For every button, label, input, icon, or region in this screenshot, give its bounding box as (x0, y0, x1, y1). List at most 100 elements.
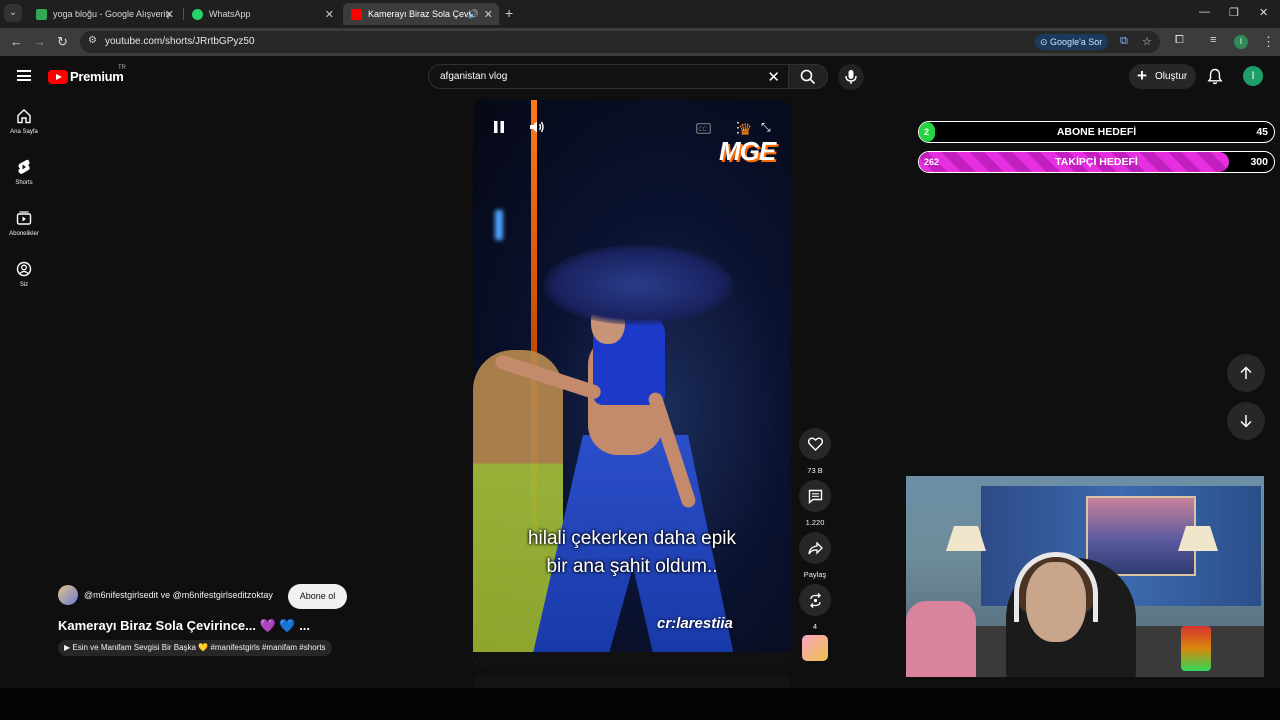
sidebar-item-shorts[interactable]: Shorts (0, 159, 48, 186)
home-icon (17, 109, 31, 124)
previous-short-button[interactable] (1227, 354, 1265, 392)
subscriptions-icon (16, 211, 32, 225)
browser-profile-avatar[interactable]: I (1234, 35, 1248, 49)
search-icon (800, 69, 816, 85)
install-app-icon[interactable]: ⧉ (1120, 35, 1128, 48)
webcam-lamp-left (946, 526, 986, 551)
mge-watermark: MGE (719, 136, 776, 166)
create-label: Oluştur (1155, 71, 1188, 82)
google-shopping-favicon-icon (36, 8, 47, 20)
sidebar-item-label: Siz (19, 282, 29, 288)
region-code: TR (118, 65, 126, 71)
create-button[interactable]: + Oluştur (1129, 64, 1196, 89)
new-tab-button[interactable]: + (505, 5, 513, 21)
subscribe-button[interactable]: Abone ol (288, 584, 347, 609)
comments-button[interactable]: 1.220 (799, 480, 831, 527)
close-tab-icon[interactable]: ✕ (484, 8, 493, 21)
site-info-icon[interactable]: ⚙ (88, 35, 97, 46)
captions-icon: CC (696, 123, 711, 134)
google-lens-icon: ⊙ (1040, 37, 1051, 47)
subtitle-line: bir ana şahit oldum.. (546, 556, 718, 577)
shorts-icon (18, 159, 30, 174)
tab-youtube-short[interactable]: Kamerayı Biraz Sola Çevirince... 🔊 ✕ (343, 3, 499, 25)
bookmark-star-icon[interactable]: ☆ (1142, 35, 1152, 48)
hashtag-chip[interactable]: ▶ Esin ve Manifam Sevgisi Bir Başka 💛 #m… (58, 640, 332, 656)
close-tab-icon[interactable]: ✕ (165, 8, 174, 21)
media-control-icon[interactable]: ≡ (1210, 34, 1216, 46)
sidebar-item-you[interactable]: Siz (0, 261, 48, 288)
like-button[interactable]: 73 B (799, 428, 831, 475)
arrow-down-icon (1240, 415, 1252, 428)
comment-icon (808, 489, 822, 504)
video-credit: cr:larestiia (657, 615, 733, 632)
clear-search-icon[interactable]: ✕ (767, 68, 780, 86)
whatsapp-favicon-icon (192, 8, 203, 20)
share-label: Paylaş (803, 570, 827, 579)
tab-audio-icon[interactable]: 🔊 (468, 9, 479, 20)
tab-label: Kamerayı Biraz Sola Çevirince... (368, 9, 470, 19)
extensions-icon[interactable]: ⧠ (1175, 34, 1184, 47)
search-query: afganistan vlog (440, 71, 508, 82)
browser-menu-icon[interactable]: ⋮ (1262, 34, 1275, 50)
arrow-up-icon (1240, 366, 1252, 379)
url-text: youtube.com/shorts/JRrtbGPyz50 (105, 36, 255, 47)
you-icon (16, 261, 32, 277)
goal-target-value: 300 (1250, 156, 1268, 168)
stage-floor (473, 652, 791, 666)
tab-label: yoga bloğu - Google Alışveriş (53, 9, 171, 19)
close-tab-icon[interactable]: ✕ (325, 8, 334, 21)
webcam-rgb-light (1181, 626, 1211, 671)
channel-names[interactable]: @m6nifestgirlsedit ve @m6nifestgirlsedit… (84, 590, 273, 600)
remix-icon (809, 592, 821, 608)
voice-search-button[interactable] (838, 64, 864, 90)
youtube-masthead: Premium TR afganistan vlog ✕ + Oluştur I (0, 56, 1280, 96)
shorts-video-player[interactable]: ♛ MGE CC ⋮ ⤡ hilali çekerken daha epik b… (473, 100, 791, 666)
remix-count: 4 (812, 622, 818, 631)
search-input[interactable]: afganistan vlog ✕ (428, 64, 790, 89)
tab-whatsapp[interactable]: WhatsApp ✕ (184, 3, 340, 25)
video-title[interactable]: Kamerayı Biraz Sola Çevirince... 💜 💙 ... (58, 618, 310, 634)
search-button[interactable] (788, 64, 828, 89)
browser-tab-bar: ⌄ yoga bloğu - Google Alışveriş ✕ WhatsA… (0, 0, 1280, 28)
share-icon (807, 541, 823, 555)
share-button[interactable]: Paylaş (799, 532, 831, 579)
bottom-shade (0, 688, 1280, 720)
captions-button[interactable]: CC (696, 121, 711, 139)
tab-search-dropdown[interactable]: ⌄ (4, 4, 22, 22)
google-ask-label: Google'a Sor (1050, 37, 1103, 47)
more-options-icon[interactable]: ⋮ (731, 119, 745, 136)
google-ask-button[interactable]: ⊙ Google'a Sor (1035, 34, 1109, 50)
reload-icon[interactable]: ↻ (57, 34, 68, 50)
volume-button[interactable] (529, 120, 545, 139)
sidebar-item-home[interactable]: Ana Sayfa (0, 108, 48, 135)
menu-icon[interactable] (17, 70, 31, 81)
youtube-premium-logo[interactable]: Premium TR (48, 65, 126, 84)
webcam-overlay (906, 476, 1264, 677)
sidebar-item-label: Shorts (15, 180, 33, 186)
fullscreen-icon[interactable]: ⤡ (761, 120, 771, 135)
stage-spark (495, 210, 503, 240)
next-short-button[interactable] (1227, 402, 1265, 440)
webcam-chair (906, 601, 976, 677)
tab-google-shopping[interactable]: yoga bloğu - Google Alışveriş ✕ (28, 3, 180, 25)
back-icon[interactable]: ← (10, 34, 23, 49)
minimize-icon[interactable]: — (1199, 6, 1210, 18)
channel-info[interactable]: @m6nifestgirlsedit ve @m6nifestgirlsedit… (58, 585, 273, 605)
sidebar-item-label: Ana Sayfa (10, 129, 38, 135)
account-avatar[interactable]: I (1243, 66, 1263, 86)
notifications-bell-icon[interactable] (1207, 68, 1223, 85)
goal-label: ABONE HEDEFİ (1056, 126, 1137, 138)
microphone-icon (845, 70, 857, 84)
restore-icon[interactable]: ❐ (1229, 6, 1239, 19)
remix-button[interactable]: 4 (799, 584, 831, 631)
pause-button[interactable] (493, 120, 505, 139)
address-bar[interactable]: ⚙ youtube.com/shorts/JRrtbGPyz50 ⊙ Googl… (80, 31, 1160, 53)
sidebar-item-subscriptions[interactable]: Abonelikler (0, 210, 48, 237)
sound-thumbnail[interactable] (802, 635, 828, 661)
close-window-icon[interactable]: ✕ (1259, 6, 1268, 19)
subscriber-goal-bar: 2 ABONE HEDEFİ 45 (918, 121, 1275, 143)
like-count: 73 B (807, 466, 823, 475)
forward-icon[interactable]: → (33, 34, 46, 49)
channel-avatar[interactable] (58, 585, 78, 605)
plus-icon: + (1137, 66, 1147, 85)
